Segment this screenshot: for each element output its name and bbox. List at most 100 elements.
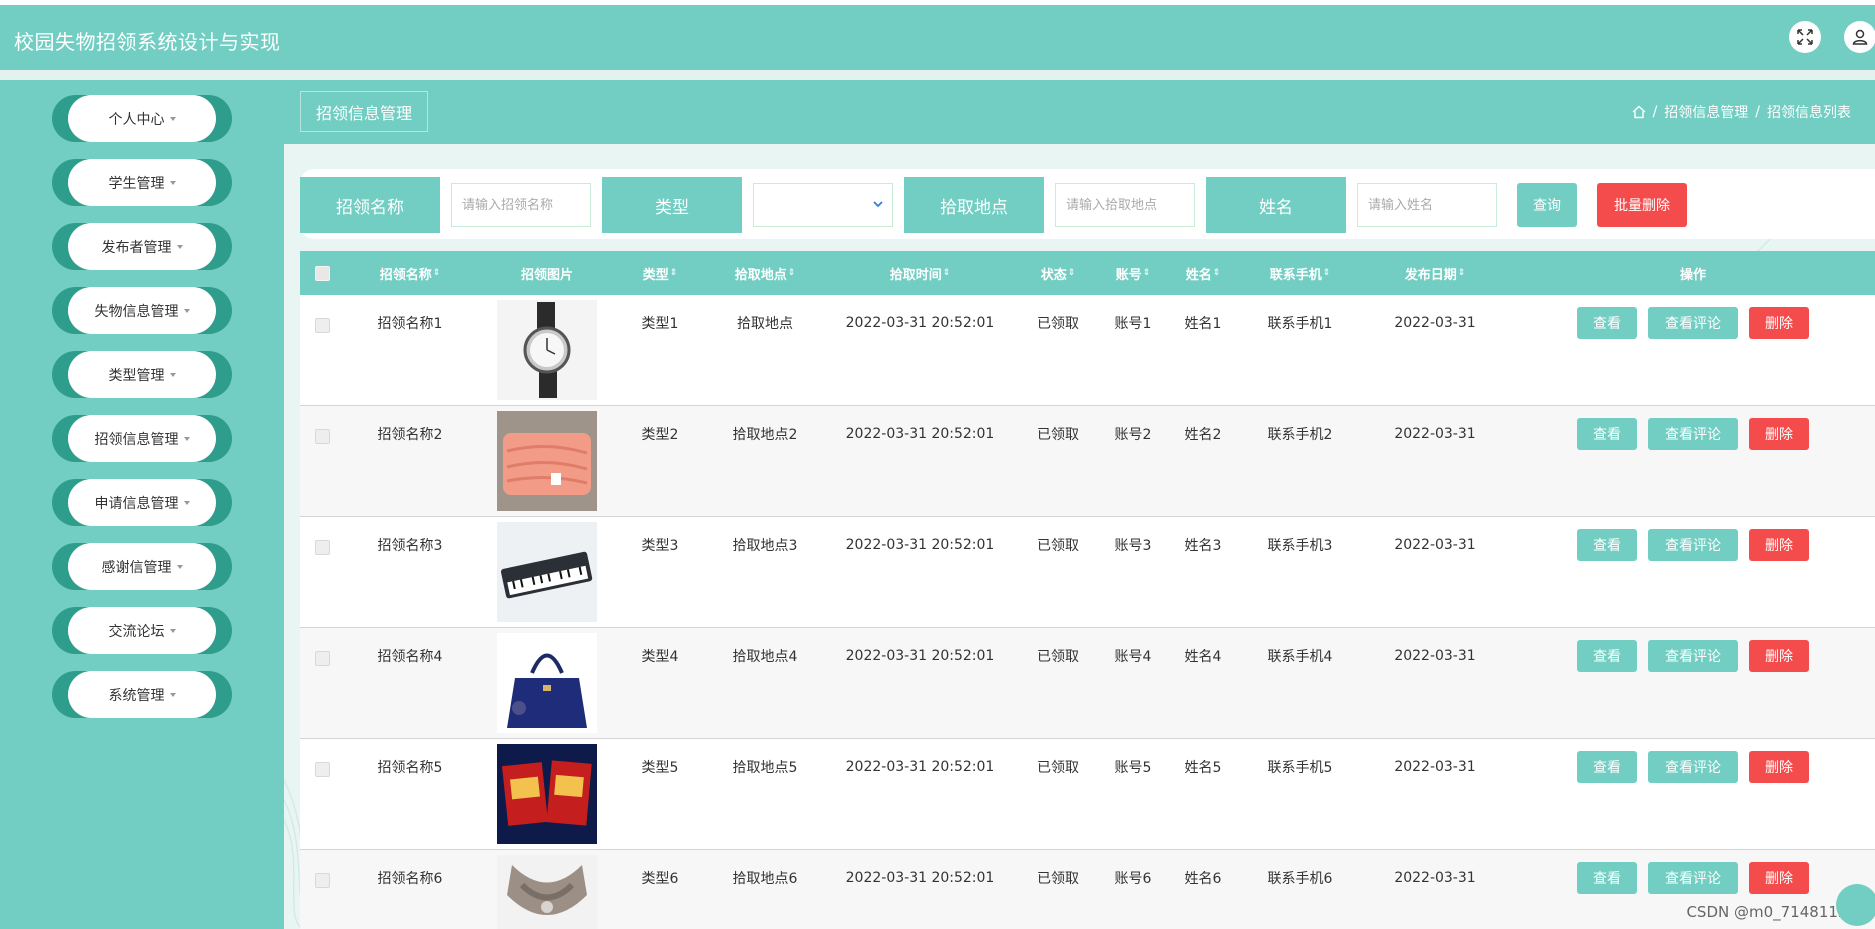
home-icon[interactable] xyxy=(1632,105,1646,119)
cell-place: 拾取地点6 xyxy=(732,871,798,887)
select-all-cell xyxy=(300,251,344,295)
view-comments-button[interactable]: 查看评论 xyxy=(1648,529,1738,561)
place-search-input[interactable] xyxy=(1055,183,1195,227)
column-header-time[interactable]: 拾取时间 ⇕ xyxy=(840,251,1000,295)
table-header: 招领名称 ⇕ 招领图片 类型 ⇕ 拾取地点 ⇕ 拾取时间 ⇕ 状态 ⇕ 账号 ⇕ 姓名 ⇕ 联… xyxy=(300,251,1875,295)
view-button[interactable]: 查看 xyxy=(1577,307,1637,339)
caret-down-icon xyxy=(183,436,190,441)
sidebar-item-students[interactable]: 学生管理 xyxy=(52,159,232,206)
item-image[interactable] xyxy=(497,300,597,400)
breadcrumb-item-found-management[interactable]: 招领信息管理 xyxy=(1664,102,1748,122)
row-checkbox-cell xyxy=(314,648,330,668)
cell-person: 姓名2 xyxy=(1184,427,1222,443)
item-image[interactable] xyxy=(497,633,597,733)
cell-time: 2022-03-31 20:52:01 xyxy=(845,426,995,442)
row-checkbox[interactable] xyxy=(314,539,330,555)
sidebar-item-label: 招领信息管理 xyxy=(94,431,179,448)
caret-down-icon xyxy=(176,564,183,569)
cell-type: 类型5 xyxy=(641,760,679,776)
row-checkbox[interactable] xyxy=(314,761,330,777)
view-button[interactable]: 查看 xyxy=(1577,529,1637,561)
sort-icon: ⇕ xyxy=(669,268,678,278)
sidebar-item-lost-items[interactable]: 失物信息管理 xyxy=(52,287,232,334)
column-header-phone[interactable]: 联系手机 ⇕ xyxy=(1245,251,1355,295)
fullscreen-button[interactable] xyxy=(1789,21,1821,53)
row-checkbox[interactable] xyxy=(314,650,330,666)
cell-phone: 联系手机2 xyxy=(1267,427,1333,443)
cell-date: 2022-03-31 xyxy=(1394,648,1476,664)
view-button[interactable]: 查看 xyxy=(1577,418,1637,450)
delete-button[interactable]: 删除 xyxy=(1749,640,1809,672)
caret-down-icon xyxy=(169,692,176,697)
column-header-account[interactable]: 账号 ⇕ xyxy=(1098,251,1168,295)
column-header-person[interactable]: 姓名 ⇕ xyxy=(1168,251,1238,295)
column-header-date[interactable]: 发布日期 ⇕ xyxy=(1370,251,1500,295)
table-row: 招领名称3 类型3 拾取地点3 2022-03-31 20:52:01 已领取 账号3 姓名… xyxy=(300,517,1875,628)
table-row: 招领名称1 类型1 拾取地点 2022-03-31 20:52:01 已领取 账号1 姓名1… xyxy=(300,295,1875,406)
column-header-status[interactable]: 状态 ⇕ xyxy=(1018,251,1098,295)
item-image[interactable] xyxy=(497,522,597,622)
view-button[interactable]: 查看 xyxy=(1577,751,1637,783)
column-header-type[interactable]: 类型 ⇕ xyxy=(620,251,700,295)
caret-down-icon xyxy=(169,116,176,121)
delete-button[interactable]: 删除 xyxy=(1749,307,1809,339)
view-comments-button[interactable]: 查看评论 xyxy=(1648,640,1738,672)
type-select[interactable] xyxy=(753,183,893,227)
breadcrumb-bar: 招领信息管理 / 招领信息管理 / 招领信息列表 xyxy=(284,80,1875,144)
select-all-checkbox[interactable] xyxy=(314,265,330,281)
delete-button[interactable]: 删除 xyxy=(1749,418,1809,450)
sidebar-item-thank-letters[interactable]: 感谢信管理 xyxy=(52,543,232,590)
user-button[interactable] xyxy=(1844,21,1875,53)
sort-icon: ⇕ xyxy=(1457,268,1466,278)
table-row: 招领名称2 类型2 拾取地点2 2022-03-31 20:52:01 已领取 账号2 姓名… xyxy=(300,406,1875,517)
row-checkbox[interactable] xyxy=(314,872,330,888)
query-button[interactable]: 查询 xyxy=(1517,183,1577,227)
sidebar-item-found-items[interactable]: 招领信息管理 xyxy=(52,415,232,462)
batch-delete-button[interactable]: 批量删除 xyxy=(1597,183,1687,227)
cell-place: 拾取地点 xyxy=(737,316,793,332)
item-image[interactable] xyxy=(497,411,597,511)
breadcrumb-separator: / xyxy=(1652,104,1658,120)
view-comments-button[interactable]: 查看评论 xyxy=(1648,307,1738,339)
item-image[interactable] xyxy=(497,855,597,929)
cell-time: 2022-03-31 20:52:01 xyxy=(845,315,995,331)
view-button[interactable]: 查看 xyxy=(1577,640,1637,672)
sort-icon: ⇕ xyxy=(1212,268,1221,278)
cell-name: 招领名称4 xyxy=(377,649,443,665)
caret-down-icon xyxy=(169,628,176,633)
delete-button[interactable]: 删除 xyxy=(1749,529,1809,561)
view-comments-button[interactable]: 查看评论 xyxy=(1648,418,1738,450)
name-search-input[interactable] xyxy=(451,183,591,227)
delete-button[interactable]: 删除 xyxy=(1749,751,1809,783)
view-comments-button[interactable]: 查看评论 xyxy=(1648,862,1738,894)
column-header-label: 类型 xyxy=(642,267,669,283)
column-header-place[interactable]: 拾取地点 ⇕ xyxy=(710,251,820,295)
item-image[interactable] xyxy=(497,744,597,844)
caret-down-icon xyxy=(169,372,176,377)
sidebar-item-personal-center[interactable]: 个人中心 xyxy=(52,95,232,142)
cell-type: 类型4 xyxy=(641,649,679,665)
cell-place: 拾取地点2 xyxy=(732,427,798,443)
sidebar-item-applications[interactable]: 申请信息管理 xyxy=(52,479,232,526)
column-header-name[interactable]: 招领名称 ⇕ xyxy=(360,251,460,295)
column-header-label: 状态 xyxy=(1040,267,1067,283)
cell-status: 已领取 xyxy=(1037,427,1079,443)
row-checkbox[interactable] xyxy=(314,428,330,444)
sidebar: 个人中心 学生管理 发布者管理 失物信息管理 类型管理 招领信息管理 申请信息管… xyxy=(0,80,284,929)
floating-action-button[interactable] xyxy=(1836,884,1875,926)
cell-person: 姓名1 xyxy=(1184,316,1222,332)
cell-status: 已领取 xyxy=(1037,871,1079,887)
sidebar-item-types[interactable]: 类型管理 xyxy=(52,351,232,398)
view-comments-button[interactable]: 查看评论 xyxy=(1648,751,1738,783)
view-button[interactable]: 查看 xyxy=(1577,862,1637,894)
sidebar-item-forum[interactable]: 交流论坛 xyxy=(52,607,232,654)
column-header-label: 发布日期 xyxy=(1404,267,1457,283)
person-search-input[interactable] xyxy=(1357,183,1497,227)
table-row: 招领名称6 类型6 拾取地点6 2022-03-31 20:52:01 已领取 账号6 姓名… xyxy=(300,850,1875,929)
cell-date: 2022-03-31 xyxy=(1394,537,1476,553)
chevron-down-icon xyxy=(873,201,883,208)
sidebar-item-system[interactable]: 系统管理 xyxy=(52,671,232,718)
sidebar-item-publishers[interactable]: 发布者管理 xyxy=(52,223,232,270)
delete-button[interactable]: 删除 xyxy=(1749,862,1809,894)
row-checkbox[interactable] xyxy=(314,317,330,333)
